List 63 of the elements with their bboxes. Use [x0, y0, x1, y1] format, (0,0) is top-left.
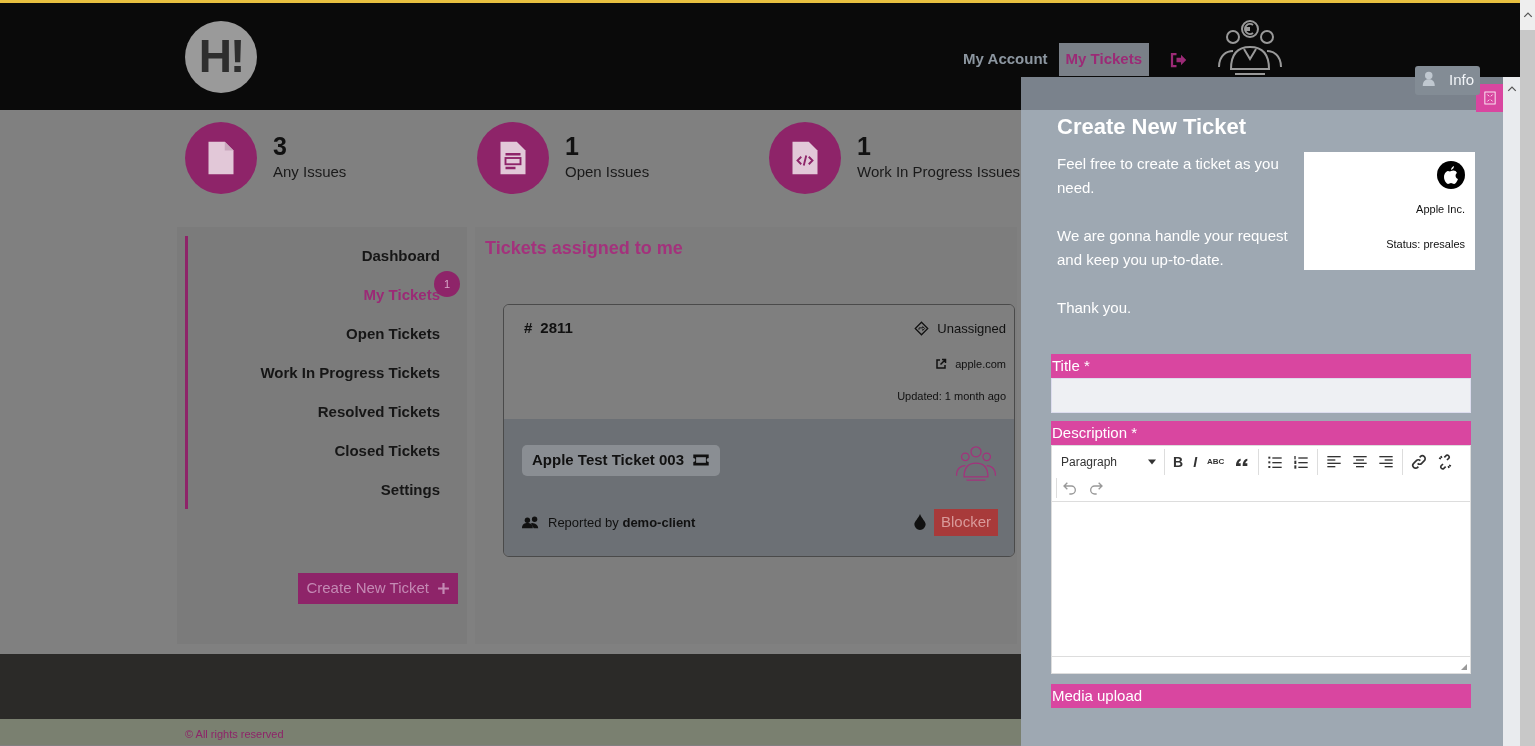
redo-icon — [1088, 480, 1104, 497]
reporter-text: Reported by demo-client — [548, 513, 696, 532]
resize-handle-icon — [1460, 663, 1468, 672]
stat-label: Work In Progress Issues — [857, 161, 1021, 182]
field-label: Title * — [1051, 354, 1471, 379]
hash-symbol: # — [524, 318, 533, 338]
unlink-icon — [1437, 454, 1454, 471]
ticket-icon — [692, 453, 710, 468]
info-button[interactable]: Info — [1414, 66, 1480, 95]
code-file-icon — [790, 140, 820, 176]
format-dropdown[interactable]: Paragraph — [1056, 450, 1161, 475]
section-title: Tickets assigned to me — [485, 237, 684, 260]
nav-link[interactable]: My Account — [956, 43, 1055, 76]
sidebar-item[interactable]: Work In Progress Tickets — [185, 353, 440, 392]
stat-value: 3 — [273, 133, 288, 161]
caret-icon — [1148, 459, 1156, 466]
italic-button[interactable]: I — [1188, 450, 1202, 475]
stat-value: 1 — [857, 133, 872, 161]
sidebar-item[interactable]: Resolved Tickets — [185, 392, 440, 431]
external-link-icon — [935, 357, 948, 370]
stat-label: Any Issues — [273, 161, 347, 182]
chevron-up-icon — [1506, 85, 1517, 93]
undo-icon — [1062, 480, 1078, 497]
copyright-text: © All rights reserved — [185, 728, 284, 740]
updated-text: Updated: 1 month ago — [896, 389, 1006, 404]
field-label: Media upload — [1051, 684, 1471, 709]
scrollbar[interactable] — [1520, 0, 1535, 746]
stat-label: Open Issues — [565, 161, 650, 182]
urgency-badge: Blocker — [933, 509, 998, 536]
bullet-list-icon — [1267, 454, 1284, 471]
logo[interactable]: H! — [185, 20, 257, 93]
sidebar-item[interactable]: Closed Tickets — [185, 431, 440, 470]
strikethrough-button[interactable]: ABC — [1202, 450, 1230, 475]
panel-text: Feel free to create a ticket as you need. — [1057, 154, 1280, 199]
drop-icon — [913, 514, 926, 531]
panel-scrollbar[interactable] — [1503, 77, 1520, 746]
create-ticket-button[interactable]: Create New Ticket — [298, 573, 458, 604]
panel-text: We are gonna handle your request and keep you up-to-date. — [1057, 226, 1289, 271]
sidebar-item[interactable]: Open Tickets — [185, 314, 440, 353]
expand-icon — [1483, 91, 1496, 105]
stat-value: 1 — [565, 133, 580, 161]
ticket-subject[interactable]: Apple Test Ticket 003 — [522, 445, 720, 476]
logout-icon — [1169, 51, 1187, 70]
company-name: Apple Inc. — [1415, 202, 1465, 218]
ticket-card[interactable]: # 2811 Unassigned apple.com Updated: 1 month ago Apple Test Ticket 003 Reported by demo-client Blocker — [503, 304, 1015, 557]
ticket-number: 2811 — [540, 318, 573, 338]
panel-text: Thank you. — [1057, 298, 1133, 319]
company-status: Status: presales — [1385, 236, 1465, 252]
sidebar-item[interactable]: Settings — [185, 470, 440, 509]
title-input-field[interactable] — [1051, 378, 1471, 414]
plus-icon — [437, 581, 450, 595]
direction-sign-icon — [914, 320, 930, 336]
link-icon — [1411, 454, 1428, 471]
apple-icon — [1437, 161, 1465, 190]
field-label: Description * — [1051, 421, 1471, 446]
website-link[interactable]: apple.com — [955, 355, 1006, 372]
numbered-list-icon — [1293, 454, 1310, 471]
file-icon — [206, 140, 236, 176]
bold-button[interactable]: B — [1168, 450, 1189, 475]
form-document-icon — [498, 140, 528, 176]
panel-title: Create New Ticket — [1056, 113, 1248, 141]
assignee-text: Unassigned — [937, 319, 1006, 338]
chevron-up-icon — [1522, 11, 1533, 19]
